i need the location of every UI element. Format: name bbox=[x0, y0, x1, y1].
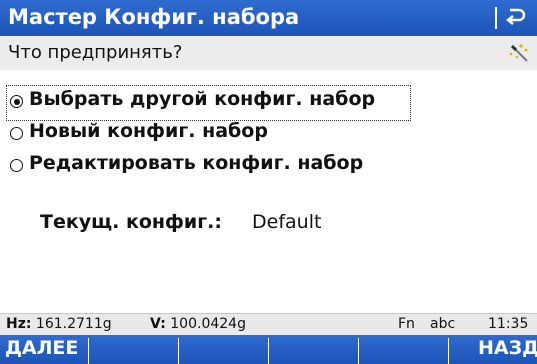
prompt-text: Что предпринять? bbox=[8, 42, 183, 63]
softkey-f2[interactable] bbox=[89, 335, 177, 364]
title-bar: Мастер Конфиг. набора bbox=[0, 0, 537, 36]
radio-empty-icon bbox=[10, 159, 23, 172]
radio-selected-icon bbox=[10, 95, 23, 108]
softkey-back[interactable]: НАЗД bbox=[449, 335, 537, 364]
option-edit-config[interactable]: Редактировать конфиг. набор bbox=[7, 150, 407, 184]
softkey-f5[interactable] bbox=[359, 335, 447, 364]
option-select-other-config[interactable]: Выбрать другой конфиг. набор bbox=[6, 85, 411, 121]
prompt-bar: Что предпринять? bbox=[0, 36, 537, 70]
clock: 11:35 bbox=[488, 316, 529, 332]
current-config: Текущ. конфиг.: Default bbox=[40, 211, 321, 233]
current-config-label: Текущ. конфиг.: bbox=[40, 211, 222, 233]
hz-value: 161.2711g bbox=[35, 316, 112, 332]
wand-icon bbox=[509, 44, 528, 62]
status-bar: Hz: 161.2711g V: 100.0424g Fn abc 11:35 bbox=[0, 313, 537, 335]
v-readout: V: 100.0424g bbox=[150, 316, 246, 332]
title-separator bbox=[495, 7, 497, 29]
input-mode: abc bbox=[430, 316, 456, 332]
v-value: 100.0424g bbox=[170, 316, 246, 332]
softkey-f3[interactable] bbox=[179, 335, 267, 364]
wizard-screen: Мастер Конфиг. набора Что предпринять? В… bbox=[0, 0, 537, 364]
fn-indicator: Fn bbox=[398, 316, 415, 332]
softkey-label: НАЗД bbox=[478, 337, 537, 359]
hz-readout: Hz: 161.2711g bbox=[6, 316, 112, 332]
window-title: Мастер Конфиг. набора bbox=[8, 5, 300, 29]
v-label: V: bbox=[150, 316, 166, 332]
option-label: Выбрать другой конфиг. набор bbox=[29, 88, 376, 110]
hz-label: Hz: bbox=[6, 316, 32, 332]
softkey-next[interactable]: ДАЛЕЕ bbox=[0, 335, 87, 364]
option-label: Редактировать конфиг. набор bbox=[29, 152, 364, 174]
return-arrow-icon bbox=[505, 8, 526, 25]
option-new-config[interactable]: Новый конфиг. набор bbox=[7, 118, 307, 152]
current-config-value: Default bbox=[252, 211, 322, 233]
softkey-label: ДАЛЕЕ bbox=[5, 337, 79, 359]
softkey-f4[interactable] bbox=[269, 335, 357, 364]
back-button[interactable] bbox=[489, 0, 537, 36]
softkey-bar: ДАЛЕЕ НАЗД bbox=[0, 335, 537, 364]
radio-empty-icon bbox=[10, 127, 23, 140]
option-label: Новый конфиг. набор bbox=[29, 120, 268, 142]
